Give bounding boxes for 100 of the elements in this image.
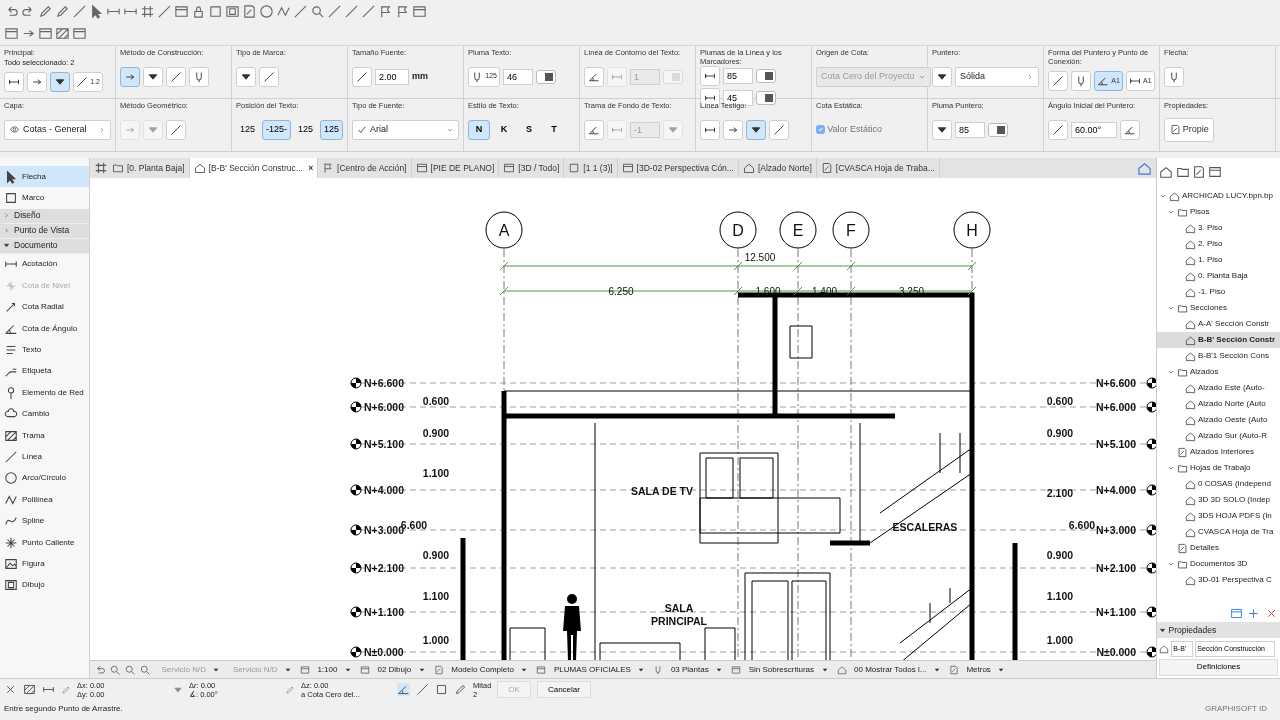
number-field[interactable]: 2.00 [375, 68, 409, 85]
pen-color-button[interactable] [535, 69, 556, 84]
toggle-button[interactable]: S [518, 119, 540, 140]
tool-item[interactable]: Flecha [0, 166, 89, 188]
window-icon[interactable] [412, 4, 427, 19]
zoom-icon[interactable] [109, 663, 121, 676]
navigator-item[interactable]: B-B'1 Sección Cons [1157, 348, 1280, 365]
navigator-item[interactable]: Alzados [1157, 364, 1280, 381]
view-option-dropdown[interactable]: 02 Dibujo [356, 661, 428, 678]
house-icon[interactable] [1136, 160, 1152, 176]
number-field[interactable]: 60.00° [1071, 121, 1117, 138]
worksheet-icon[interactable] [242, 4, 257, 19]
line-icon[interactable] [344, 4, 359, 19]
dropdown[interactable]: Arial [352, 119, 459, 140]
line-icon[interactable] [72, 4, 87, 19]
navigator-item[interactable]: Secciones [1157, 300, 1280, 317]
option-button[interactable] [932, 66, 952, 87]
hatch-icon[interactable] [55, 26, 70, 41]
zoom-icon[interactable] [124, 663, 136, 676]
cancel-button[interactable]: Cancelar [536, 681, 591, 698]
navigator-item[interactable]: A-A' Sección Constr [1157, 316, 1280, 333]
option-button[interactable] [932, 119, 952, 140]
pen-color-button[interactable] [756, 69, 776, 83]
tool-item[interactable]: Trama [0, 424, 89, 447]
navigator-item[interactable]: Alzados Interiores [1157, 444, 1280, 461]
navigator-item[interactable]: CVASCA Hoja de Tra [1157, 524, 1280, 541]
tool-item[interactable]: Punto Caliente [0, 531, 89, 554]
view-option-dropdown[interactable]: Metros [945, 661, 1008, 678]
toolbox-section-header[interactable]: Diseño [0, 208, 89, 224]
dashed-square-icon[interactable] [435, 683, 448, 696]
view-option-dropdown[interactable]: 00 Mostrar Todos l... [833, 661, 943, 678]
view-option-dropdown[interactable]: Modelo Completo [430, 661, 531, 678]
navigator-item[interactable]: Hojas de Trabajo [1157, 460, 1280, 477]
arrow-pointer-icon[interactable] [89, 4, 104, 19]
navigator-item[interactable]: 3D 3D SOLO (Indep [1157, 492, 1280, 509]
pencil-icon[interactable] [454, 683, 467, 696]
tool-item[interactable]: Cambio [0, 403, 89, 425]
number-field[interactable]: 46 [502, 68, 533, 85]
navigator-item[interactable]: Pisos [1157, 204, 1280, 221]
zoom-icon[interactable] [139, 663, 151, 676]
window-icon[interactable] [4, 26, 19, 41]
navigator-item[interactable]: B-B' Sección Constr [1157, 332, 1280, 349]
pencil-icon[interactable] [38, 4, 53, 19]
line-icon[interactable] [361, 4, 376, 19]
pen-color-button[interactable] [988, 122, 1008, 137]
tool-item[interactable]: Polilínea [0, 489, 89, 511]
pen-color-button[interactable] [756, 91, 776, 106]
pencil-icon[interactable] [55, 4, 70, 19]
account-label[interactable]: GRAPHISOFT ID [1204, 702, 1267, 715]
window-icon[interactable] [1229, 607, 1243, 620]
tool-item[interactable]: Acotación [0, 253, 89, 276]
lock-icon[interactable] [191, 4, 206, 19]
tool-item[interactable]: Marco [0, 187, 89, 209]
window-icon[interactable] [72, 26, 87, 41]
line-icon[interactable] [416, 683, 429, 696]
navigator-item[interactable]: Documentos 3D [1157, 556, 1280, 573]
navigator-item[interactable]: 0 COSAS (Independ [1157, 476, 1280, 493]
settings-button[interactable]: Definiciones [1159, 658, 1278, 676]
tool-item[interactable]: Figura [0, 553, 89, 575]
toggle-button[interactable]: T [543, 119, 565, 140]
number-field[interactable]: 85 [723, 68, 753, 84]
tool-item[interactable]: Arco/Círculo [0, 467, 89, 490]
tool-item[interactable]: Cota Radial [0, 296, 89, 318]
flag-icon[interactable] [378, 4, 393, 19]
navigator-item[interactable]: -1. Piso [1157, 284, 1280, 301]
drawing-icon[interactable] [225, 4, 240, 19]
window-icon[interactable] [38, 26, 53, 41]
toggle-button[interactable]: 125 [294, 119, 317, 140]
navigator-item[interactable]: 2. Piso [1157, 236, 1280, 253]
dropdown[interactable]: Sólida [955, 66, 1039, 87]
toggle-button[interactable]: 125 [320, 119, 343, 140]
house-icon[interactable] [1159, 165, 1174, 179]
folder-icon[interactable] [1175, 165, 1190, 179]
navigator-item[interactable]: 3DS HOJA PDFS (In [1157, 508, 1280, 525]
option-button[interactable] [700, 88, 720, 109]
navigator-item[interactable]: Alzado Este (Auto- [1157, 380, 1280, 397]
plus-icon[interactable] [1247, 607, 1261, 620]
close-icon[interactable] [4, 683, 17, 696]
view-option-dropdown[interactable]: 03 Plantas [650, 661, 726, 678]
navigator-item[interactable]: Alzado Sur (Auto-R [1157, 428, 1280, 445]
tool-item[interactable]: Elemento de Red [0, 382, 89, 404]
tool-item[interactable]: Línea [0, 446, 89, 468]
navigator-item[interactable]: 3. Piso [1157, 220, 1280, 237]
toggle-button[interactable]: -125- [262, 119, 291, 140]
option-button[interactable] [236, 66, 256, 87]
view-option-dropdown[interactable]: 1:100 [296, 661, 354, 678]
option-button[interactable] [50, 72, 70, 93]
tool-item[interactable]: Texto [0, 339, 89, 361]
line-icon[interactable] [157, 4, 172, 19]
view-option-dropdown[interactable]: Sin Sobrescrituras [728, 661, 831, 678]
navigator-item[interactable]: Alzado Norte (Auto [1157, 396, 1280, 413]
angle-icon[interactable] [397, 683, 410, 696]
polyline-icon[interactable] [276, 4, 291, 19]
hatch-icon[interactable] [23, 683, 36, 696]
navigator-item[interactable]: ARCHICAD LUCY.bpn.bp [1157, 188, 1280, 205]
toggle-button[interactable]: K [493, 119, 515, 140]
dropdown[interactable]: Cotas - General [4, 119, 111, 140]
zoom-icon[interactable] [310, 4, 325, 19]
tool-item[interactable]: Cota de Ángulo [0, 317, 89, 340]
tool-item[interactable]: Spline [0, 510, 89, 532]
